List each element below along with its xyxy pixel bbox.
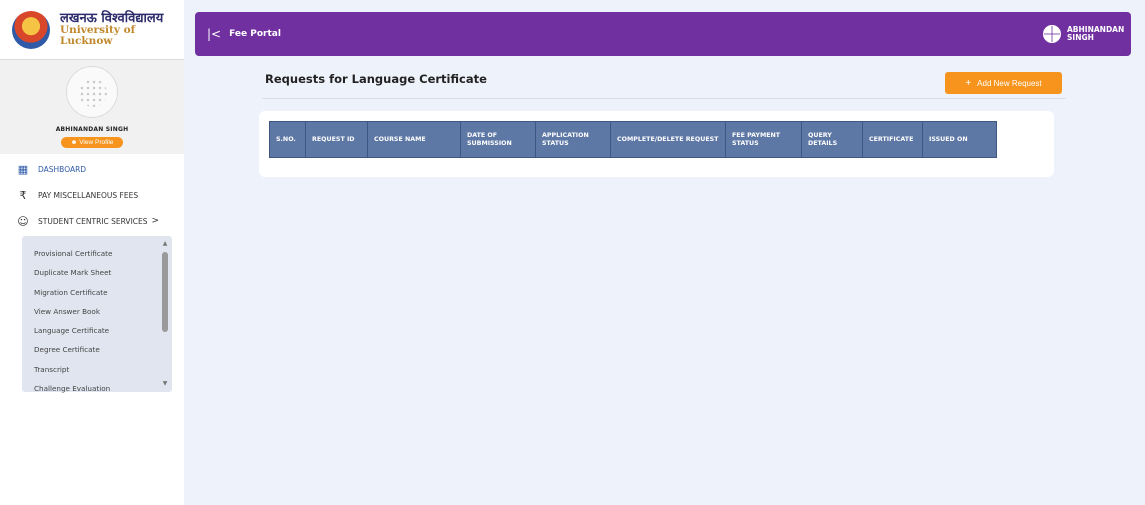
- scroll-thumb[interactable]: [162, 252, 168, 332]
- scroll-up-icon[interactable]: ▲: [161, 240, 169, 248]
- nav-pay-misc-fees-label: PAY MISCELLANEOUS FEES: [38, 190, 139, 200]
- profile-panel: ABHINANDAN SINGH ☻ View Profile: [0, 60, 184, 154]
- scroll-down-icon[interactable]: ▼: [161, 380, 169, 388]
- col-request-id[interactable]: REQUEST ID: [305, 121, 368, 158]
- brand-english: University of Lucknow: [60, 24, 136, 48]
- services-submenu: Provisional Certificate Duplicate Mark S…: [22, 236, 172, 393]
- submenu-transcript[interactable]: Transcript: [34, 360, 172, 379]
- submenu-duplicate-mark-sheet[interactable]: Duplicate Mark Sheet: [34, 263, 172, 282]
- view-profile-icon: ☻: [70, 139, 78, 146]
- table-header-row: S.NO. REQUEST ID COURSE NAME DATE OF SUB…: [269, 121, 997, 158]
- add-new-request-button[interactable]: + Add New Request: [945, 72, 1062, 94]
- brand[interactable]: लखनऊ विश्वविद्यालय University of Lucknow: [0, 0, 184, 60]
- page-title: Requests for Language Certificate: [265, 72, 487, 86]
- submenu-degree-certificate[interactable]: Degree Certificate: [34, 340, 172, 359]
- col-sno[interactable]: S.NO.: [269, 121, 306, 158]
- title-divider: [262, 98, 1066, 99]
- brand-hindi: लखनऊ विश्वविद्यालय: [60, 10, 164, 26]
- user-icon: ☺: [17, 214, 29, 228]
- plus-icon: +: [965, 77, 972, 89]
- col-query-details[interactable]: QUERY DETAILS: [801, 121, 863, 158]
- col-application-status[interactable]: APPLICATION STATUS: [535, 121, 611, 158]
- user-globe-icon: [1043, 25, 1061, 43]
- submenu-challenge-evaluation[interactable]: Challenge Evaluation: [34, 379, 172, 398]
- col-issued-on[interactable]: ISSUED ON: [922, 121, 997, 158]
- profile-name: ABHINANDAN SINGH: [55, 126, 129, 133]
- user-menu[interactable]: ABHINANDAN SINGH: [1043, 25, 1125, 43]
- chevron-right-icon: >: [151, 216, 160, 226]
- requests-card: S.NO. REQUEST ID COURSE NAME DATE OF SUB…: [259, 111, 1054, 177]
- submenu-language-certificate[interactable]: Language Certificate: [34, 321, 172, 340]
- avatar: [66, 66, 118, 118]
- dashboard-icon: ▦: [17, 162, 29, 176]
- submenu-provisional-certificate[interactable]: Provisional Certificate: [34, 244, 172, 263]
- col-certificate[interactable]: CERTIFICATE: [862, 121, 923, 158]
- nav-student-centric-services[interactable]: ☺ STUDENT CENTRIC SERVICES >: [0, 208, 184, 234]
- nav-pay-misc-fees[interactable]: ₹ PAY MISCELLANEOUS FEES: [0, 182, 184, 208]
- nav-student-centric-label: STUDENT CENTRIC SERVICES: [38, 216, 148, 226]
- col-date-of-submission[interactable]: DATE OF SUBMISSION: [460, 121, 536, 158]
- col-complete-delete-request[interactable]: COMPLETE/DELETE REQUEST: [610, 121, 726, 158]
- requests-table: S.NO. REQUEST ID COURSE NAME DATE OF SUB…: [269, 121, 997, 158]
- submenu-view-answer-book[interactable]: View Answer Book: [34, 302, 172, 321]
- add-new-request-label: Add New Request: [977, 78, 1042, 88]
- nav-dashboard[interactable]: ▦ DASHBOARD: [0, 156, 184, 182]
- col-fee-payment-status[interactable]: FEE PAYMENT STATUS: [725, 121, 802, 158]
- university-logo: [12, 10, 50, 49]
- portal-title: Fee Portal: [229, 29, 281, 39]
- submenu-scrollbar[interactable]: ▲ ▼: [161, 240, 169, 388]
- col-course-name[interactable]: COURSE NAME: [367, 121, 461, 158]
- collapse-sidebar-icon[interactable]: |<: [207, 27, 221, 41]
- submenu-migration-certificate[interactable]: Migration Certificate: [34, 283, 172, 302]
- nav-dashboard-label: DASHBOARD: [38, 164, 87, 174]
- top-header: |< Fee Portal ABHINANDAN SINGH: [195, 12, 1131, 56]
- rupee-icon: ₹: [19, 188, 27, 202]
- header-user-name: ABHINANDAN SINGH: [1067, 25, 1125, 42]
- view-profile-button[interactable]: ☻ View Profile: [60, 137, 124, 148]
- view-profile-label: View Profile: [79, 139, 114, 146]
